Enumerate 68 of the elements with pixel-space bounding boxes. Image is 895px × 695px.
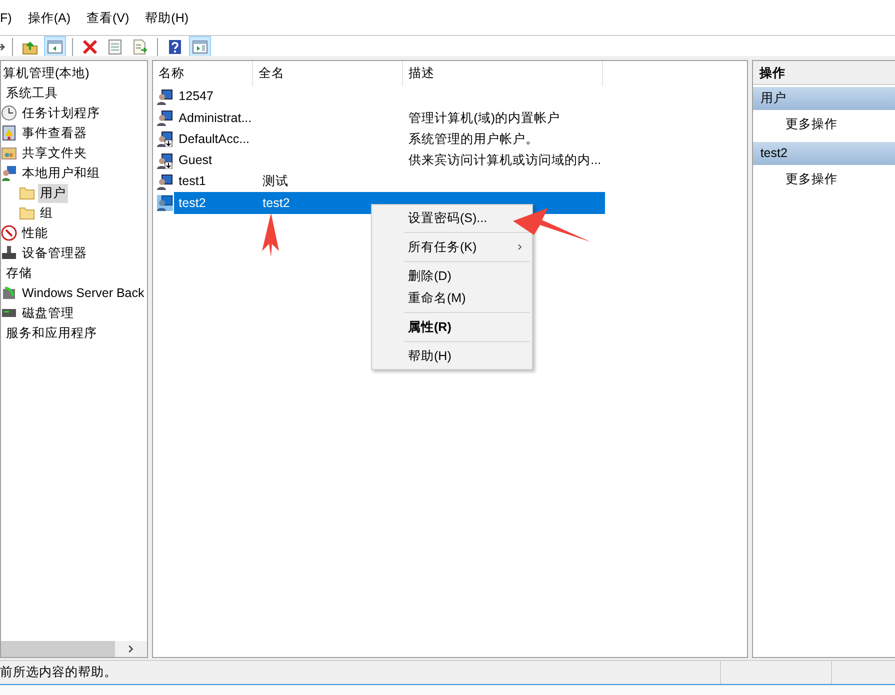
tree-item[interactable]: 用户 xyxy=(38,184,68,202)
panel-toggle-icon xyxy=(47,38,63,54)
action-link[interactable]: 更多操作 xyxy=(753,165,895,195)
tree-item[interactable]: 本地用户和组 xyxy=(20,164,102,182)
panel-toggle-icon xyxy=(192,38,208,54)
user-icon xyxy=(156,88,173,105)
tree-item[interactable]: 服务和应用程序 xyxy=(4,324,99,342)
tree-item[interactable]: 磁盘管理 xyxy=(20,304,76,322)
status-text: 前所选内容的帮助。 xyxy=(0,664,118,682)
event-log-icon xyxy=(1,125,17,141)
table-cell-text: 12547 xyxy=(178,88,214,106)
tree-item[interactable]: 存储 xyxy=(4,264,34,282)
table-cell-text: test1 xyxy=(178,173,207,190)
tree-item[interactable]: 设备管理器 xyxy=(20,244,89,262)
user-icon xyxy=(156,110,173,126)
clock-icon xyxy=(1,105,17,121)
tree-item[interactable]: 组 xyxy=(38,204,55,222)
menu-item[interactable]: F) xyxy=(0,8,20,28)
menu-item[interactable]: 帮助(H) xyxy=(145,8,197,28)
action-link[interactable]: 更多操作 xyxy=(753,110,895,140)
chevron-right-icon xyxy=(126,644,136,654)
tree-item[interactable]: 系统工具 xyxy=(4,84,60,102)
toolbar-button[interactable] xyxy=(189,36,211,58)
table-cell-text: test2 xyxy=(178,194,207,212)
tree-item[interactable]: 共享文件夹 xyxy=(20,144,89,162)
back-arrow-icon xyxy=(0,42,6,52)
table-cell-text: Guest xyxy=(178,152,214,170)
tree-item[interactable]: 事件查看器 xyxy=(20,124,89,142)
shared-folder-icon xyxy=(1,145,17,161)
device-icon xyxy=(1,245,17,261)
menu-item[interactable]: 操作(A) xyxy=(28,8,78,28)
table-cell-text: test2 xyxy=(262,194,291,212)
menu-item[interactable]: 所有任务(K) xyxy=(406,236,526,258)
table-cell-text: 供来宾访问计算机或访问域的内... xyxy=(408,152,602,170)
section-header[interactable]: test2 xyxy=(753,142,895,165)
user-icon xyxy=(156,174,173,190)
tree-item[interactable]: 算机管理(本地) xyxy=(1,64,92,82)
menu-item[interactable]: 查看(V) xyxy=(86,8,138,28)
folder-icon xyxy=(19,205,35,221)
column-header[interactable]: 名称 xyxy=(152,61,253,86)
column-header[interactable]: 全名 xyxy=(252,61,403,86)
table-cell-text: 测试 xyxy=(262,173,290,190)
delete-icon xyxy=(82,38,98,54)
annotation-arrow xyxy=(262,213,279,257)
tree-item[interactable]: 性能 xyxy=(20,224,50,242)
table-cell-text: DefaultAcc... xyxy=(178,130,251,148)
backup-icon xyxy=(1,285,17,301)
table-row[interactable]: 12547 xyxy=(174,86,605,108)
user-icon xyxy=(156,195,173,212)
table-row[interactable]: test1 测试 xyxy=(174,171,605,192)
menu-item[interactable]: 重命名(M) xyxy=(406,287,468,309)
folder-icon xyxy=(19,185,35,201)
tree-item[interactable]: Windows Server Back xyxy=(20,284,146,302)
table-cell-text: Administrat... xyxy=(178,110,253,127)
scrollbar-thumb[interactable] xyxy=(1,641,115,657)
section-header[interactable]: 用户 xyxy=(753,87,895,110)
menu-item[interactable]: 删除(D) xyxy=(406,265,454,287)
menu-item[interactable]: 帮助(H) xyxy=(406,345,454,367)
users-icon xyxy=(1,165,17,181)
column-header[interactable]: 描述 xyxy=(402,61,603,86)
tree-item[interactable]: 任务计划程序 xyxy=(20,104,102,122)
table-cell-text: 管理计算机(域)的内置帐户 xyxy=(408,110,561,127)
toolbar-button[interactable] xyxy=(44,36,66,58)
menu-item[interactable]: 属性(R) xyxy=(406,316,454,338)
table-cell-text: 系统管理的用户帐户。 xyxy=(408,130,540,148)
help-icon xyxy=(167,38,183,54)
pane-title: 操作 xyxy=(753,61,895,85)
table-row[interactable]: Administrat... 管理计算机(域)的内置帐户 xyxy=(174,107,605,129)
